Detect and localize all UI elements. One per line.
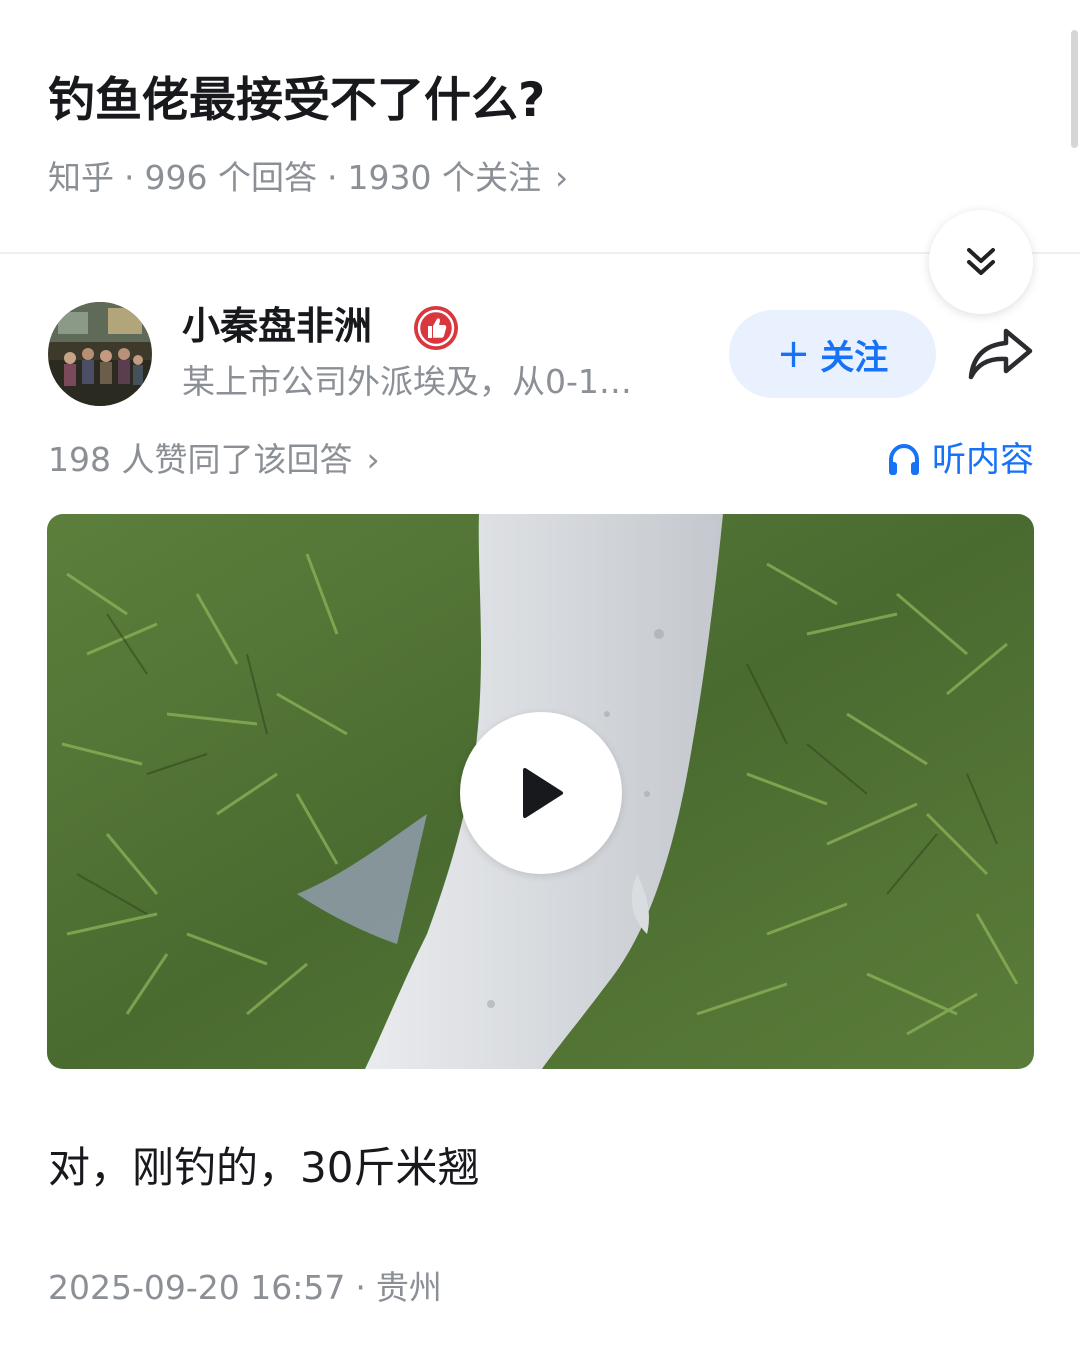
meta-separator: ·	[124, 158, 135, 197]
listen-button[interactable]: 听内容	[886, 436, 1034, 484]
author-bio: 某上市公司外派埃及，从0-1…	[182, 362, 632, 401]
question-title[interactable]: 钓鱼佬最接受不了什么?	[48, 66, 545, 136]
play-button[interactable]	[460, 712, 622, 874]
answer-footer: 2025-09-20 16:57 · 贵州	[48, 1264, 442, 1312]
follow-label: 关注	[820, 337, 889, 378]
answer-count: 996 个回答	[144, 158, 317, 197]
follow-button[interactable]: + 关注	[729, 310, 936, 398]
vote-summary[interactable]: 198 人赞同了该回答 ›	[48, 436, 380, 484]
footer-separator: ·	[355, 1268, 366, 1307]
headphones-icon	[889, 443, 919, 475]
vote-count: 198 人赞同了该回答	[48, 440, 353, 479]
avatar[interactable]	[48, 302, 152, 406]
source-label: 知乎	[48, 158, 114, 197]
divider	[0, 252, 1080, 254]
double-chevron-down-icon	[967, 248, 995, 275]
answer-text[interactable]: 对，刚钓的，30斤米翘	[48, 1138, 479, 1198]
scrollbar[interactable]	[1071, 30, 1078, 148]
share-icon[interactable]	[966, 325, 1034, 383]
author-name[interactable]: 小秦盘非洲	[182, 298, 372, 354]
answer-location: 贵州	[375, 1268, 442, 1307]
thumbs-up-badge-icon	[414, 306, 458, 350]
plus-icon: +	[776, 331, 811, 377]
follower-count: 1930 个关注	[347, 158, 541, 197]
collapse-button[interactable]	[929, 210, 1033, 314]
listen-label: 听内容	[932, 440, 1034, 480]
meta-separator: ·	[326, 158, 338, 197]
chevron-right-icon: ›	[554, 158, 569, 197]
play-icon	[523, 768, 563, 818]
chevron-right-icon: ›	[366, 440, 380, 479]
question-meta[interactable]: 知乎 · 996 个回答 · 1930 个关注 ›	[48, 154, 568, 202]
answer-date: 2025-09-20 16:57	[48, 1268, 346, 1307]
